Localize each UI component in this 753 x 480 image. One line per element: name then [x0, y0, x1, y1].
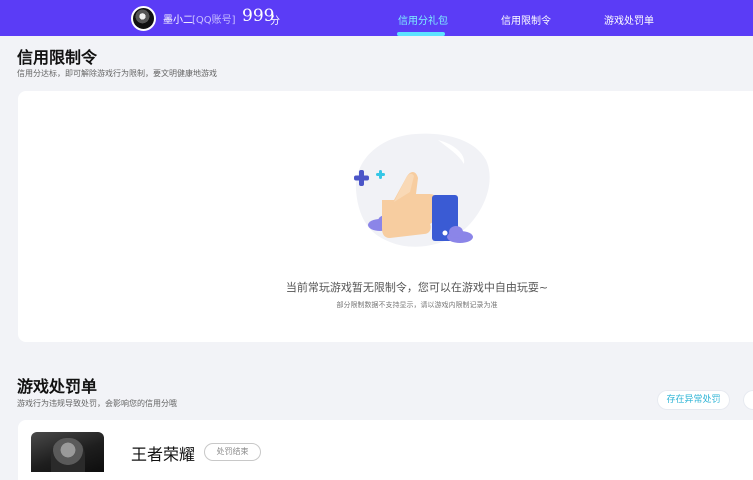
- section-subtitle-punishment: 游戏行为违规导致处罚，会影响您的信用分哦: [17, 399, 177, 408]
- credit-score-unit: 分: [270, 16, 280, 27]
- status-badge: 处罚结束: [204, 443, 261, 461]
- user-nickname: 墨小二: [163, 15, 193, 26]
- empty-state-note: 部分限制数据不支持显示，请以游戏内限制记录为准: [336, 301, 498, 309]
- section-title-restriction: 信用限制令: [17, 48, 98, 67]
- tab-credit-gift[interactable]: 信用分礼包: [398, 12, 448, 27]
- thumbs-up-illustration: [354, 133, 490, 247]
- filter-more-button[interactable]: [743, 390, 753, 410]
- active-tab-indicator: [397, 32, 445, 36]
- account-type-tag: [QQ账号]: [192, 15, 236, 26]
- tab-game-punishment[interactable]: 游戏处罚单: [604, 12, 654, 27]
- avatar[interactable]: [131, 6, 156, 31]
- game-cover-image: [31, 432, 104, 472]
- section-title-punishment: 游戏处罚单: [17, 377, 98, 396]
- game-character-figure: [51, 438, 85, 472]
- filter-abnormal-punishment-button[interactable]: 存在异常处罚: [657, 390, 730, 410]
- section-subtitle-restriction: 信用分达标，即可解除游戏行为限制，要文明健康地游戏: [17, 69, 217, 78]
- game-name: 王者荣耀: [131, 445, 196, 464]
- punishment-list-item[interactable]: [18, 420, 753, 480]
- top-bar: 墨小二 [QQ账号] 999 分 信用分礼包 信用限制令 游戏处罚单: [0, 0, 753, 36]
- empty-state-message: 当前常玩游戏暂无限制令，您可以在游戏中自由玩耍~: [285, 281, 549, 294]
- tab-credit-restriction[interactable]: 信用限制令: [501, 12, 551, 27]
